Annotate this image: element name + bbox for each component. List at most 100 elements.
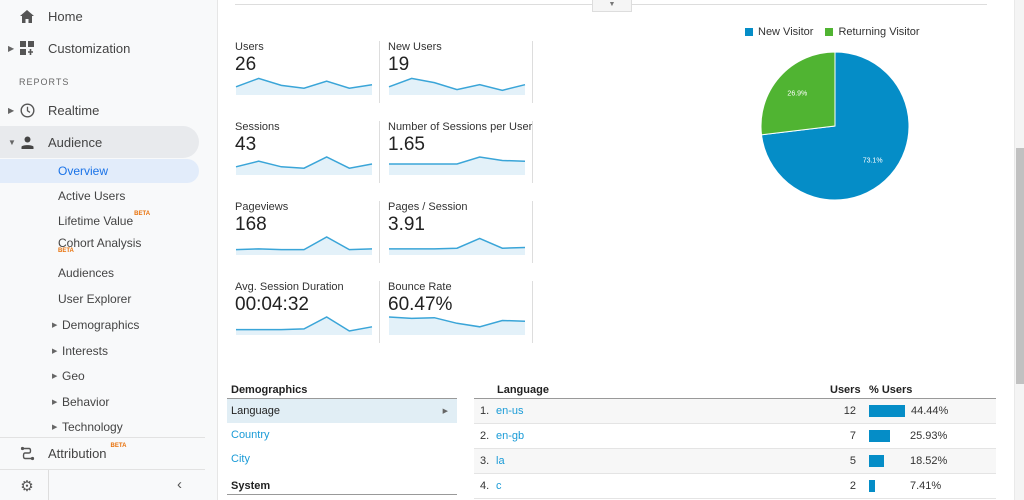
sub-item-label: Active Users: [58, 189, 126, 203]
nav-realtime[interactable]: ▶ Realtime: [0, 94, 199, 126]
expand-chart-button[interactable]: ▼: [592, 0, 632, 12]
metric-pageviews[interactable]: Pageviews 168: [235, 201, 380, 263]
sub-item-demographics[interactable]: ▶ Demographics: [0, 313, 199, 337]
metric-sparkline: [389, 156, 526, 175]
metric-value: 3.91: [388, 214, 425, 235]
sidebar-divider: [0, 469, 205, 470]
nav-home[interactable]: Home: [0, 0, 199, 32]
footer-divider: [48, 470, 49, 500]
legend-label: Returning Visitor: [838, 26, 920, 38]
home-icon: [19, 8, 35, 24]
sub-item-cohort-analysis[interactable]: Cohort Analysis: [0, 231, 199, 255]
metric-sessions-per-user[interactable]: Number of Sessions per User 1.65: [388, 121, 533, 183]
expand-caret-icon: ▶: [8, 43, 15, 53]
attribution-path-icon: [19, 445, 35, 461]
table-row: 1. en-us 12 44.44%: [474, 399, 996, 424]
legend-item-returning-visitor[interactable]: Returning Visitor: [825, 26, 920, 38]
card-divider: [379, 201, 380, 263]
users-count: 5: [849, 455, 856, 467]
language-link[interactable]: la: [496, 455, 505, 467]
table-row: 4. c 2 7.41%: [474, 474, 996, 499]
metric-bounce-rate[interactable]: Bounce Rate 60.47%: [388, 281, 533, 343]
pct-users-value: 25.93%: [910, 430, 948, 442]
expand-caret-icon: ▶: [52, 322, 58, 329]
sub-item-interests[interactable]: ▶ Interests: [0, 339, 199, 363]
metric-sessions[interactable]: Sessions 43: [235, 121, 380, 183]
dashboard-grid-icon: [19, 40, 35, 56]
sub-item-user-explorer[interactable]: User Explorer: [0, 287, 199, 311]
sub-item-label: Demographics: [62, 318, 140, 332]
sparkline-line: [236, 316, 373, 332]
demographics-item-label: Country: [231, 429, 270, 441]
card-divider: [532, 121, 533, 183]
demographics-item-city[interactable]: City: [227, 447, 457, 471]
visitor-pie-chart: 73.1% 26.9%: [760, 51, 910, 201]
scrollbar-thumb[interactable]: [1016, 148, 1024, 384]
beta-badge: BETA: [58, 248, 74, 254]
sub-item-geo[interactable]: ▶ Geo: [0, 364, 199, 388]
language-link[interactable]: c: [496, 480, 502, 492]
users-count: 7: [849, 430, 856, 442]
sub-item-label: Geo: [62, 369, 85, 383]
metric-value: 26: [235, 54, 257, 75]
metric-sparkline: [235, 236, 373, 255]
pie-slice-label: 73.1%: [863, 157, 883, 164]
demographics-item-language[interactable]: Language ▶: [227, 399, 457, 423]
sub-item-overview[interactable]: Overview: [0, 159, 199, 183]
users-count: 2: [849, 480, 856, 492]
sub-item-active-users[interactable]: Active Users: [0, 184, 199, 208]
column-header-users[interactable]: Users: [830, 384, 861, 396]
column-header-pct-users[interactable]: % Users: [869, 384, 912, 396]
card-divider: [532, 201, 533, 263]
legend-item-new-visitor[interactable]: New Visitor: [745, 26, 813, 38]
metric-label: Sessions: [235, 121, 280, 133]
demographics-item-label: City: [231, 453, 250, 465]
nav-attribution-label: Attribution: [48, 445, 107, 461]
metric-value: 00:04:32: [235, 294, 309, 315]
nav-attribution[interactable]: Attribution BETA: [0, 437, 199, 469]
sub-item-audiences[interactable]: Audiences: [0, 261, 199, 285]
nav-customization[interactable]: ▶ Customization: [0, 32, 199, 64]
pct-users-value: 44.44%: [911, 405, 949, 417]
sub-item-label: Interests: [62, 344, 109, 358]
nav-audience-label: Audience: [48, 134, 103, 150]
metric-sparkline: [388, 77, 526, 95]
demographics-item-country[interactable]: Country: [227, 423, 457, 447]
card-divider: [532, 41, 533, 103]
card-divider: [379, 281, 380, 343]
language-link[interactable]: en-gb: [496, 430, 524, 442]
gear-icon: ⚙: [20, 478, 34, 495]
sub-item-behavior[interactable]: ▶ Behavior: [0, 390, 199, 414]
metric-sparkline: [235, 156, 373, 175]
metric-users[interactable]: Users 26: [235, 41, 380, 103]
pie-legend: New Visitor Returning Visitor: [745, 26, 920, 38]
metric-pages-per-session[interactable]: Pages / Session 3.91: [388, 201, 533, 263]
pct-users-bar: [869, 430, 890, 442]
nav-audience[interactable]: ▼ Audience: [0, 126, 199, 158]
person-icon: [19, 134, 35, 150]
users-count: 12: [843, 405, 856, 417]
sub-item-lifetime-value[interactable]: Lifetime ValueBETA: [0, 209, 199, 233]
metric-value: 168: [235, 214, 267, 235]
system-heading: System: [231, 480, 271, 492]
expand-caret-icon: ▶: [8, 105, 15, 115]
metric-new-users[interactable]: New Users 19: [388, 41, 533, 103]
nav-home-label: Home: [48, 8, 83, 24]
table-row: 2. en-gb 7 25.93%: [474, 424, 996, 449]
sparkline-area: [236, 157, 372, 175]
card-divider: [532, 281, 533, 343]
metric-label: New Users: [388, 41, 442, 53]
sub-item-technology[interactable]: ▶ Technology: [0, 415, 199, 439]
metric-sparkline: [389, 237, 526, 255]
clock-icon: [19, 102, 35, 118]
metric-label: Number of Sessions per User: [388, 121, 533, 133]
metric-avg-session-duration[interactable]: Avg. Session Duration 00:04:32: [235, 281, 380, 343]
collapse-sidebar-button[interactable]: ‹: [177, 476, 182, 493]
sparkline-area: [236, 237, 372, 255]
admin-settings-button[interactable]: ⚙: [18, 477, 36, 495]
sub-item-label: Audiences: [58, 266, 115, 280]
language-link[interactable]: en-us: [496, 405, 524, 417]
metric-value: 19: [388, 54, 410, 75]
pct-users-bar: [869, 455, 884, 467]
demographics-heading: Demographics: [231, 384, 308, 396]
